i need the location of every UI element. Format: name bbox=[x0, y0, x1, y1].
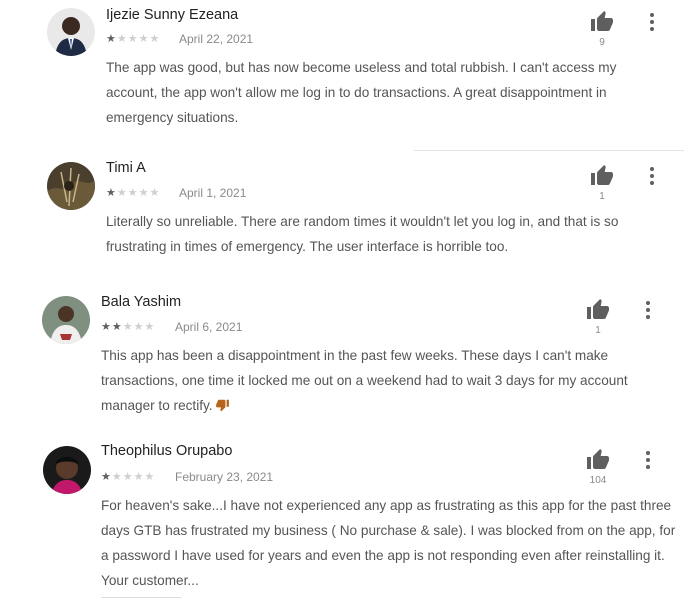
star-icon: ★ bbox=[144, 321, 156, 333]
star-icon: ★ bbox=[133, 471, 145, 483]
avatar[interactable] bbox=[47, 162, 95, 210]
review-date: February 23, 2021 bbox=[175, 470, 274, 484]
star-icon: ★ bbox=[116, 33, 128, 45]
thumbs-down-emoji bbox=[215, 395, 230, 420]
reviewer-name: Theophilus Orupabo bbox=[101, 443, 233, 459]
more-vert-icon[interactable] bbox=[643, 301, 653, 321]
star-icon: ★ bbox=[138, 187, 150, 199]
thumb-up-icon[interactable] bbox=[590, 10, 614, 34]
avatar[interactable] bbox=[42, 296, 90, 344]
reviewer-name: Ijezie Sunny Ezeana bbox=[106, 7, 239, 23]
star-icon: ★ bbox=[149, 187, 161, 199]
review-date: April 1, 2021 bbox=[179, 186, 247, 200]
star-icon: ★ bbox=[127, 33, 139, 45]
star-icon: ★ bbox=[138, 33, 150, 45]
review-text-content: This app has been a disappointment in th… bbox=[101, 348, 628, 413]
more-vert-icon[interactable] bbox=[647, 167, 657, 187]
star-icon: ★ bbox=[111, 321, 123, 333]
star-icon: ★ bbox=[122, 321, 134, 333]
star-icon: ★ bbox=[101, 471, 112, 483]
star-icon: ★ bbox=[116, 187, 128, 199]
like-count: 9 bbox=[599, 37, 605, 48]
thumb-up-icon[interactable] bbox=[586, 298, 610, 322]
star-icon: ★ bbox=[101, 321, 112, 333]
like-count: 1 bbox=[595, 325, 601, 336]
star-icon: ★ bbox=[133, 321, 145, 333]
star-icon: ★ bbox=[106, 33, 117, 45]
divider bbox=[414, 150, 684, 151]
star-icon: ★ bbox=[122, 471, 134, 483]
star-icon: ★ bbox=[127, 187, 139, 199]
thumb-up-icon[interactable] bbox=[590, 164, 614, 188]
review-date: April 6, 2021 bbox=[175, 320, 243, 334]
avatar[interactable] bbox=[47, 8, 95, 56]
more-vert-icon[interactable] bbox=[643, 451, 653, 471]
review-date: April 22, 2021 bbox=[179, 32, 254, 46]
more-vert-icon[interactable] bbox=[647, 13, 657, 33]
like-count: 1 bbox=[599, 191, 605, 202]
review-text: Literally so unreliable. There are rando… bbox=[106, 214, 619, 254]
avatar[interactable] bbox=[43, 446, 91, 494]
star-icon: ★ bbox=[111, 471, 123, 483]
like-count: 104 bbox=[589, 475, 607, 486]
review-text: For heaven's sake...I have not experienc… bbox=[101, 498, 676, 588]
star-rating: ★★★★★ bbox=[106, 186, 160, 200]
star-icon: ★ bbox=[106, 187, 117, 199]
divider bbox=[101, 597, 181, 598]
star-icon: ★ bbox=[149, 33, 161, 45]
reviewer-name: Bala Yashim bbox=[101, 294, 182, 310]
reviewer-name: Timi A bbox=[106, 160, 146, 176]
thumb-up-icon[interactable] bbox=[586, 448, 610, 472]
review-text: The app was good, but has now become use… bbox=[106, 60, 617, 125]
star-rating: ★★★★★ bbox=[101, 320, 155, 334]
review-text: This app has been a disappointment in th… bbox=[101, 343, 681, 420]
star-icon: ★ bbox=[144, 471, 156, 483]
star-rating: ★★★★★ bbox=[106, 32, 160, 46]
star-rating: ★★★★★ bbox=[101, 470, 155, 484]
